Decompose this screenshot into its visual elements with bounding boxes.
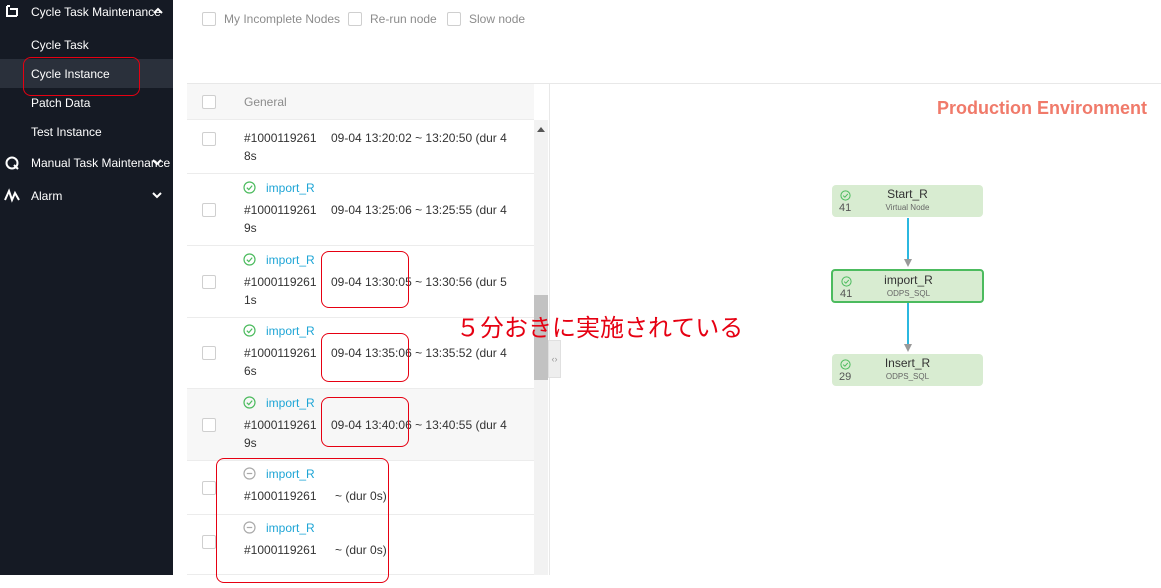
checkbox[interactable] xyxy=(202,12,216,26)
row-checkbox[interactable] xyxy=(202,132,216,146)
dag-node-import-r[interactable]: 41 import_R ODPS_SQL xyxy=(831,269,984,303)
arrow-head-icon xyxy=(904,344,912,352)
select-all-checkbox[interactable] xyxy=(202,95,216,109)
node-type: Virtual Node xyxy=(885,203,930,212)
instance-name-link[interactable]: import_R xyxy=(266,324,315,338)
chevron-down-icon xyxy=(152,192,162,199)
sidebar-group-alarm[interactable]: Alarm xyxy=(0,184,173,210)
table-row[interactable]: #1000119261 09-04 13:20:02 ~ 13:20:50 (d… xyxy=(187,120,534,174)
annotation-box-time-1335 xyxy=(321,333,409,382)
success-check-icon xyxy=(243,181,256,194)
scroll-up-arrow-icon[interactable] xyxy=(537,127,545,132)
instance-id: #1000119261 xyxy=(244,418,317,432)
node-type: ODPS_SQL xyxy=(886,289,931,298)
sidebar-item-cycle-task[interactable]: Cycle Task xyxy=(0,30,173,59)
instance-id: #1000119261 xyxy=(244,131,317,145)
cycle-task-icon xyxy=(6,5,18,17)
row-checkbox[interactable] xyxy=(202,535,216,549)
chevron-up-icon xyxy=(153,7,163,14)
filter-bar: My Incomplete Nodes Re-run node Slow nod… xyxy=(187,0,1161,84)
instance-time-cont: 9s xyxy=(244,221,257,235)
collapse-panel-toggle[interactable]: ‹› xyxy=(548,340,561,378)
instance-name-link[interactable]: import_R xyxy=(266,253,315,267)
row-checkbox[interactable] xyxy=(202,418,216,432)
filter-rerun-node[interactable]: Re-run node xyxy=(348,11,437,27)
success-check-icon xyxy=(243,396,256,409)
annotation-box-pending-rows xyxy=(216,458,389,583)
node-type: ODPS_SQL xyxy=(885,372,930,381)
row-checkbox[interactable] xyxy=(202,275,216,289)
instance-id: #1000119261 xyxy=(244,346,317,360)
row-checkbox[interactable] xyxy=(202,346,216,360)
instance-id: #1000119261 xyxy=(244,275,317,289)
sidebar-group-label: Alarm xyxy=(31,189,63,203)
list-header-label: General xyxy=(244,95,287,109)
environment-label: Production Environment xyxy=(936,98,1147,118)
table-row[interactable]: import_R #1000119261 09-04 13:25:06 ~ 13… xyxy=(187,174,534,246)
success-check-icon xyxy=(243,253,256,266)
filter-label: Slow node xyxy=(469,12,526,26)
filter-slow-node[interactable]: Slow node xyxy=(447,11,525,27)
sidebar-item-label: Patch Data xyxy=(31,96,91,110)
annotation-text: ５分おきに実施されている xyxy=(456,315,744,342)
filter-label: Re-run node xyxy=(370,12,437,26)
row-checkbox[interactable] xyxy=(202,203,216,217)
sidebar-item-test-instance[interactable]: Test Instance xyxy=(0,117,173,146)
sidebar-group-cycle-task-maintenance[interactable]: Cycle Task Maintenance xyxy=(0,0,173,26)
instance-time: 09-04 13:20:02 ~ 13:20:50 (dur 4 xyxy=(331,131,507,145)
row-checkbox[interactable] xyxy=(202,481,216,495)
instance-name-link[interactable]: import_R xyxy=(266,181,315,195)
annotation-box-cycle-instance xyxy=(23,57,140,96)
sidebar-item-label: Cycle Task xyxy=(31,38,89,52)
node-title: import_R xyxy=(884,273,933,287)
instance-time-cont: 1s xyxy=(244,293,257,307)
manual-task-icon xyxy=(5,156,19,170)
sidebar-group-label: Manual Task Maintenance xyxy=(31,156,171,170)
filter-label: My Incomplete Nodes xyxy=(224,12,341,26)
instance-time: 09-04 13:25:06 ~ 13:25:55 (dur 4 xyxy=(331,203,507,217)
dag-node-start-r[interactable]: 41 Start_R Virtual Node xyxy=(832,185,983,217)
instance-name-link[interactable]: import_R xyxy=(266,396,315,410)
annotation-box-time-1330 xyxy=(321,251,409,308)
sidebar-group-label: Cycle Task Maintenance xyxy=(31,5,161,19)
instance-time-cont: 6s xyxy=(244,364,257,378)
instance-time-cont: 9s xyxy=(244,436,257,450)
annotation-box-time-1340 xyxy=(321,397,409,447)
dag-node-insert-r[interactable]: 29 Insert_R ODPS_SQL xyxy=(832,354,983,386)
success-check-icon xyxy=(243,324,256,337)
filter-my-incomplete-nodes[interactable]: My Incomplete Nodes xyxy=(202,11,340,27)
checkbox[interactable] xyxy=(348,12,362,26)
chevron-down-icon xyxy=(152,159,162,166)
instance-time-cont: 8s xyxy=(244,149,257,163)
instance-id: #1000119261 xyxy=(244,203,317,217)
node-title: Start_R xyxy=(887,187,928,201)
checkbox[interactable] xyxy=(447,12,461,26)
arrow-head-icon xyxy=(904,259,912,267)
node-title: Insert_R xyxy=(884,356,931,370)
alarm-icon xyxy=(4,188,20,203)
sidebar-group-manual-task-maintenance[interactable]: Manual Task Maintenance xyxy=(0,151,173,177)
list-header: General xyxy=(187,84,534,120)
sidebar-item-label: Test Instance xyxy=(31,125,102,139)
list-scrollbar[interactable] xyxy=(534,120,548,575)
